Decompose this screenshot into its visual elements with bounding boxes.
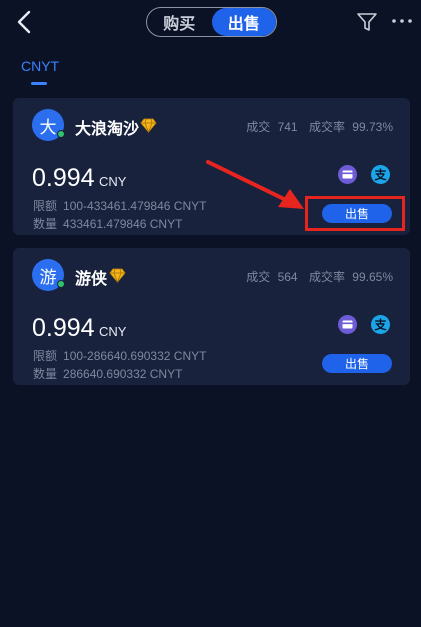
limit-label: 限额 (33, 199, 58, 213)
trades-label: 成交 (246, 270, 271, 284)
tab-buy[interactable]: 购买 (147, 8, 212, 36)
alipay-icon: 支 (371, 315, 390, 334)
price-currency: CNY (99, 174, 127, 189)
top-bar: 购买 出售 (0, 0, 421, 44)
completion-rate-label: 成交率 (308, 270, 345, 284)
trades-count: 564 (277, 270, 298, 284)
coin-tab-cnyt[interactable]: CNYT (21, 58, 59, 74)
online-status-dot (57, 280, 65, 288)
merchant-name[interactable]: 大浪淘沙 (75, 115, 139, 139)
coin-tab-indicator (31, 82, 47, 85)
diamond-icon (140, 118, 157, 133)
limit-value: 100-286640.690332 CNYT (63, 349, 207, 363)
completion-rate: 99.65% (352, 270, 393, 284)
diamond-icon (109, 268, 126, 283)
quantity-row: 数量 286640.690332 CNYT (33, 365, 182, 382)
quantity-value: 286640.690332 CNYT (63, 367, 183, 381)
price-currency: CNY (99, 324, 127, 339)
completion-rate-label: 成交率 (308, 120, 345, 134)
completion-rate: 99.73% (352, 120, 393, 134)
listing-card: 游 游侠 成交 564 成交率 99.65% 0.994 CNY 限额 100-2… (13, 248, 410, 385)
quantity-row: 数量 433461.479846 CNYT (33, 215, 182, 232)
limit-row: 限额 100-433461.479846 CNYT (33, 197, 206, 214)
quantity-label: 数量 (33, 367, 58, 381)
trades-label: 成交 (246, 120, 271, 134)
tab-sell[interactable]: 出售 (211, 8, 276, 36)
buy-sell-toggle: 购买 出售 (146, 7, 277, 37)
bank-card-icon (338, 315, 357, 334)
quantity-label: 数量 (33, 217, 58, 231)
price: 0.994 (32, 164, 95, 192)
more-icon[interactable] (391, 14, 413, 28)
limit-value: 100-433461.479846 CNYT (63, 199, 207, 213)
trade-stats: 成交 741 成交率 99.73% (246, 118, 393, 135)
quantity-value: 433461.479846 CNYT (63, 217, 183, 231)
annotation-highlight-box (305, 196, 405, 231)
limit-label: 限额 (33, 349, 58, 363)
trades-count: 741 (277, 120, 298, 134)
bank-card-icon (338, 165, 357, 184)
back-arrow-icon[interactable] (14, 9, 38, 35)
sell-button[interactable]: 出售 (322, 354, 392, 373)
limit-row: 限额 100-286640.690332 CNYT (33, 347, 206, 364)
trade-stats: 成交 564 成交率 99.65% (246, 268, 393, 285)
alipay-icon: 支 (371, 165, 390, 184)
annotation-arrow-icon (206, 160, 304, 209)
online-status-dot (57, 130, 65, 138)
merchant-name[interactable]: 游侠 (75, 265, 107, 289)
price: 0.994 (32, 314, 95, 342)
filter-icon[interactable] (356, 11, 378, 33)
